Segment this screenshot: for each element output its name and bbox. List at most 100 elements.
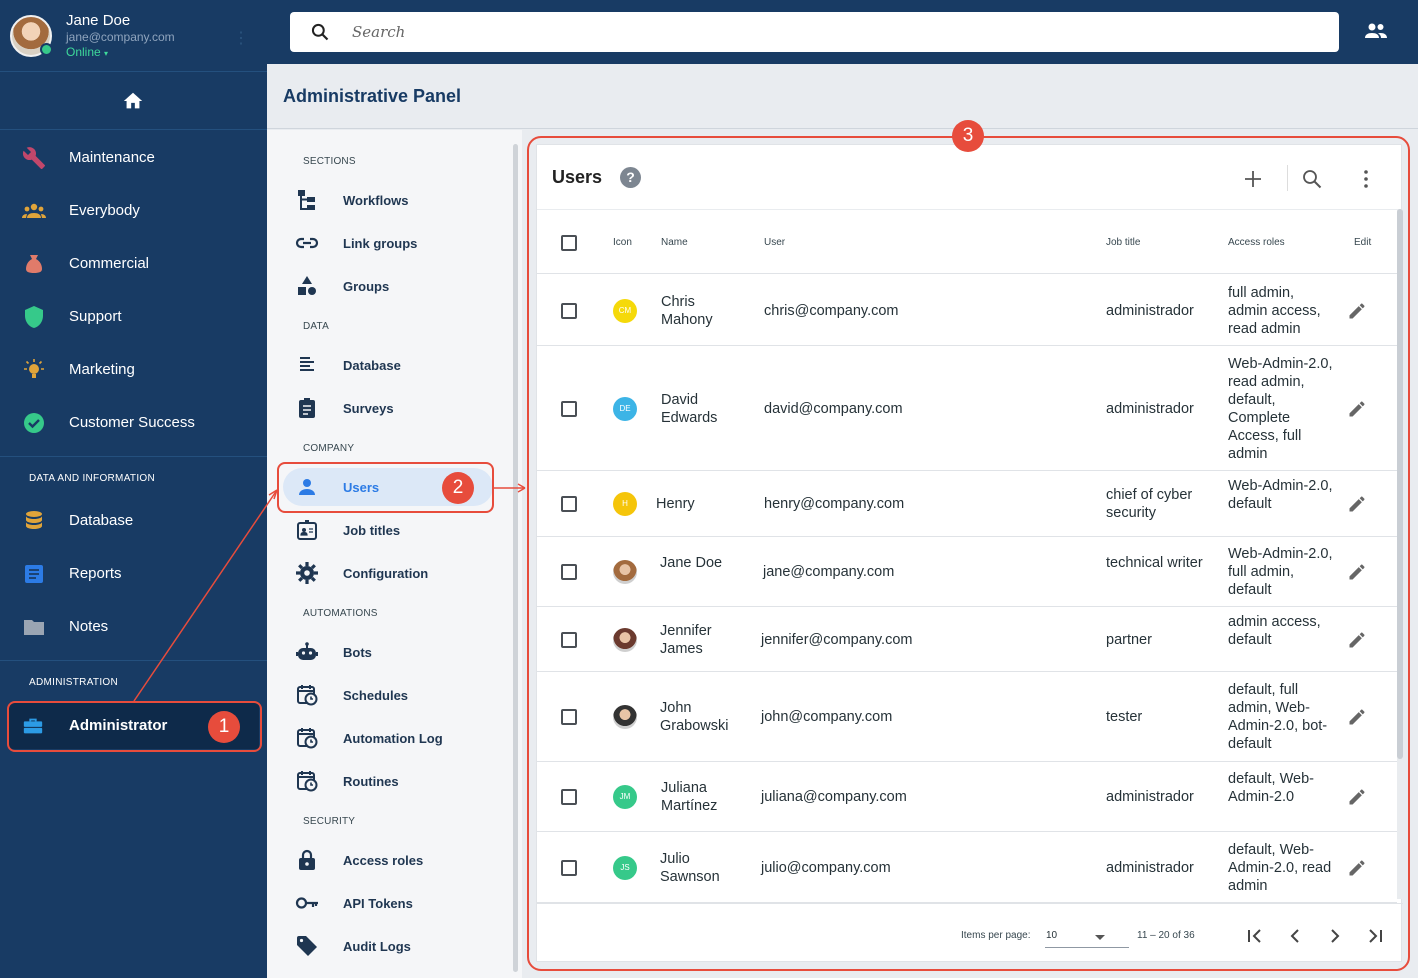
subnav-item-database[interactable]: Database <box>283 346 493 384</box>
robot-icon <box>296 642 318 660</box>
nav-item-notes[interactable]: Notes <box>0 607 267 647</box>
search-bar[interactable] <box>290 12 1339 52</box>
home-button[interactable] <box>0 73 267 130</box>
page-header: Administrative Panel <box>267 64 1418 129</box>
more-vert-icon[interactable]: ⋮ <box>233 28 249 48</box>
annotation-box <box>527 136 1410 971</box>
section-title: AUTOMATIONS <box>303 608 378 619</box>
bulb-icon <box>24 359 44 378</box>
chevron-down-icon: ▾ <box>104 49 109 58</box>
annotation-badge: 2 <box>442 472 474 504</box>
nav-label: Customer Success <box>69 414 195 431</box>
subnav-label: Access roles <box>343 853 424 868</box>
nav-item-commercial[interactable]: Commercial <box>0 244 267 284</box>
subnav-label: Automation Log <box>343 731 443 746</box>
subnav-item-groups[interactable]: Groups <box>283 267 493 305</box>
annotation-badge: 1 <box>208 711 240 743</box>
subnav-item-workflows[interactable]: Workflows <box>283 181 493 219</box>
section-title: ADMINISTRATION <box>29 677 119 688</box>
subnav-label: Routines <box>343 774 399 789</box>
subnav-label: Workflows <box>343 193 409 208</box>
nav-item-reports[interactable]: Reports <box>0 554 267 594</box>
people-icon[interactable] <box>1364 20 1388 44</box>
calendar-clock-icon <box>297 771 318 792</box>
nav-item-marketing[interactable]: Marketing <box>0 350 267 390</box>
nav-label: Marketing <box>69 361 135 378</box>
check-circle-icon <box>24 413 44 433</box>
profile-status-label: Online <box>66 45 101 59</box>
nav-label: Notes <box>69 618 109 635</box>
gear-icon <box>296 562 318 584</box>
online-status-dot <box>40 43 53 56</box>
scrollbar[interactable] <box>513 144 518 972</box>
section-title: SECTIONS <box>303 156 356 167</box>
profile-name: Jane Doe <box>66 12 131 29</box>
profile-panel[interactable]: Jane Doe jane@company.com Online ▾ ⋮ <box>0 0 267 72</box>
nav-label: Database <box>69 512 134 529</box>
folder-icon <box>24 620 44 635</box>
subnav-label: Database <box>343 358 401 373</box>
calendar-clock-icon <box>297 685 318 706</box>
money-bag-icon <box>26 255 42 273</box>
subnav-item-bots[interactable]: Bots <box>283 633 493 671</box>
subnav-item-access-roles[interactable]: Access roles <box>283 841 493 879</box>
workflow-icon <box>298 190 315 210</box>
divider <box>0 456 267 457</box>
subnav-label: Bots <box>343 645 372 660</box>
list-icon <box>300 357 314 371</box>
home-icon <box>123 92 143 109</box>
subnav-label: API Tokens <box>343 896 413 911</box>
shapes-icon <box>298 276 316 295</box>
section-title: DATA AND INFORMATION <box>29 473 156 484</box>
subnav-label: Groups <box>343 279 390 294</box>
top-bar <box>267 0 1418 64</box>
nav-label: Support <box>69 308 122 325</box>
subnav-label: Schedules <box>343 688 409 703</box>
search-icon <box>311 23 329 41</box>
report-icon <box>25 565 43 583</box>
calendar-clock-icon <box>297 728 318 749</box>
subnav-item-audit-logs[interactable]: Audit Logs <box>283 927 493 965</box>
profile-email: jane@company.com <box>66 30 175 44</box>
profile-status[interactable]: Online ▾ <box>66 45 108 59</box>
group-icon <box>22 203 46 218</box>
nav-item-customer-success[interactable]: Customer Success <box>0 403 267 443</box>
nav-item-everybody[interactable]: Everybody <box>0 191 267 231</box>
nav-label: Maintenance <box>69 149 155 166</box>
subnav-label: Surveys <box>343 401 394 416</box>
section-title: DATA <box>303 321 329 332</box>
divider <box>0 660 267 661</box>
shield-icon <box>25 306 43 328</box>
subnav-item-automation-log[interactable]: Automation Log <box>283 719 493 757</box>
nav-label: Everybody <box>69 202 140 219</box>
subnav-item-link-groups[interactable]: Link groups <box>283 224 493 262</box>
id-card-icon <box>297 520 317 540</box>
subnav-label: Link groups <box>343 236 418 251</box>
subnav-item-surveys[interactable]: Surveys <box>283 389 493 427</box>
tag-icon <box>297 936 317 956</box>
annotation-badge: 3 <box>952 120 984 152</box>
search-input[interactable] <box>352 20 1252 44</box>
nav-item-maintenance[interactable]: Maintenance <box>0 138 267 178</box>
nav-item-database[interactable]: Database <box>0 501 267 541</box>
section-title: COMPANY <box>303 443 355 454</box>
clipboard-icon <box>299 398 315 418</box>
admin-sections-nav: SECTIONS Workflows Link groups Groups DA… <box>267 130 522 978</box>
section-title: SECURITY <box>303 816 356 827</box>
subnav-item-api-tokens[interactable]: API Tokens <box>283 884 493 922</box>
subnav-item-schedules[interactable]: Schedules <box>283 676 493 714</box>
lock-icon <box>299 849 315 870</box>
subnav-item-job-titles[interactable]: Job titles <box>283 511 493 549</box>
nav-label: Commercial <box>69 255 150 272</box>
subnav-label: Job titles <box>343 523 401 538</box>
subnav-label: Configuration <box>343 566 429 581</box>
database-icon <box>26 511 42 529</box>
subnav-item-configuration[interactable]: Configuration <box>283 554 493 592</box>
subnav-item-routines[interactable]: Routines <box>283 762 493 800</box>
subnav-label: Audit Logs <box>343 939 411 954</box>
link-icon <box>295 237 319 249</box>
wrench-icon <box>22 147 45 169</box>
nav-label: Reports <box>69 565 122 582</box>
nav-item-support[interactable]: Support <box>0 297 267 337</box>
key-icon <box>295 897 318 909</box>
